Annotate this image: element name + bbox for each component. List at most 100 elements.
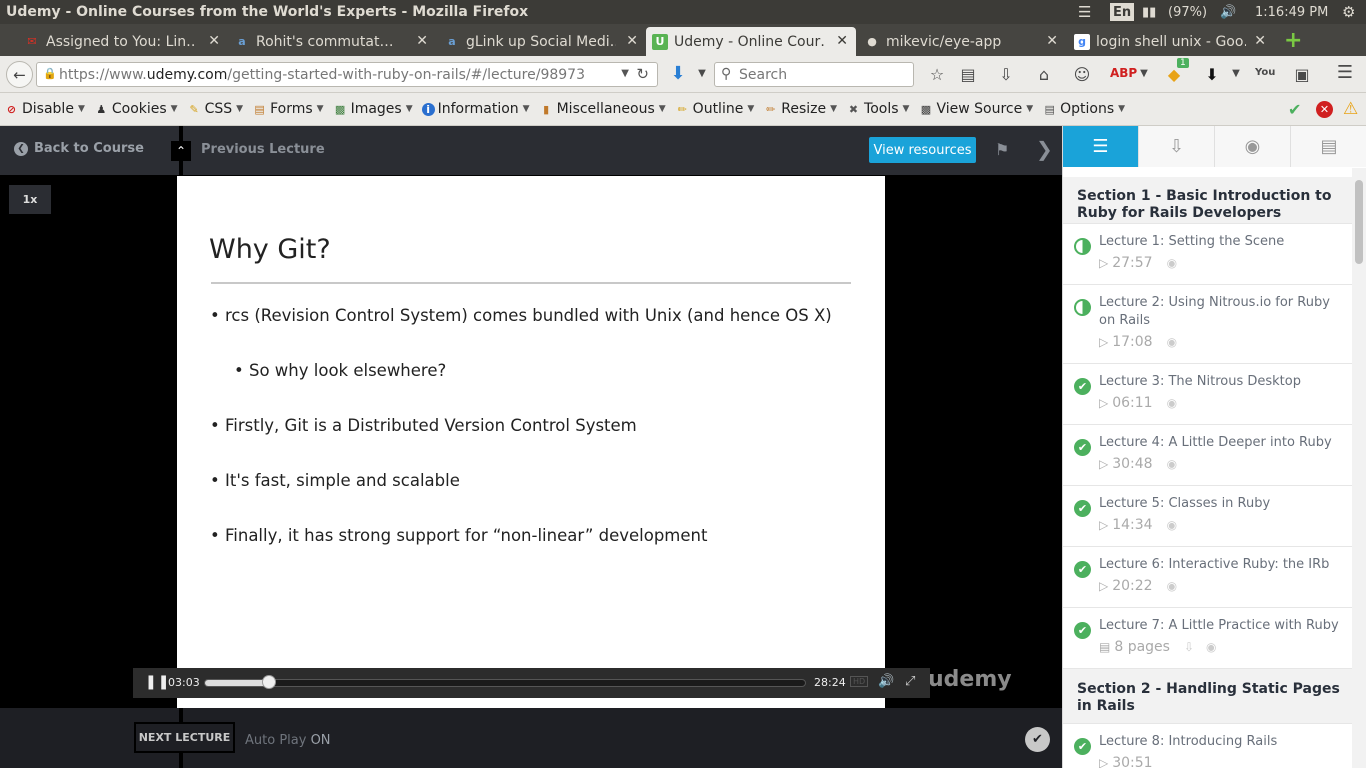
- close-tab-icon[interactable]: ✕: [836, 33, 848, 49]
- url-domain: udemy.com: [146, 66, 228, 83]
- playback-speed-button[interactable]: 1x: [9, 185, 51, 214]
- flag-icon[interactable]: ⚑: [995, 140, 1009, 159]
- view-resources-button[interactable]: View resources: [869, 137, 976, 163]
- power-gear-icon[interactable]: ⚙: [1342, 0, 1355, 24]
- chevron-down-icon: ▼: [170, 104, 178, 114]
- close-tab-icon[interactable]: ✕: [208, 33, 220, 49]
- lecture-item[interactable]: ✔ Lecture 8: Introducing Rails ▷ 30:51: [1063, 724, 1355, 768]
- screenshot-icon[interactable]: ▣: [1292, 65, 1312, 84]
- reload-icon[interactable]: ↻: [636, 65, 649, 83]
- disable-icon: ⊘: [6, 102, 17, 116]
- wd-tools-menu[interactable]: ✖ Tools ▼: [846, 101, 910, 117]
- back-label: Back to Course: [34, 141, 144, 156]
- wd-disable-menu[interactable]: ⊘ Disable ▼: [4, 101, 85, 117]
- lecture-duration: 30:51: [1112, 755, 1153, 768]
- volume-icon[interactable]: 🔊: [1220, 0, 1236, 24]
- lecture-item[interactable]: ✔ Lecture 3: The Nitrous Desktop ▷ 06:11 ◉: [1063, 364, 1355, 425]
- tab-udemy[interactable]: U Udemy - Online Cour… ✕: [646, 27, 856, 56]
- tab-downloads[interactable]: ⇩: [1139, 126, 1215, 167]
- keyboard-language-indicator[interactable]: En: [1110, 3, 1135, 21]
- menu-hamburger-icon[interactable]: ☰: [1335, 62, 1355, 83]
- back-to-course-link[interactable]: ❮ Back to Course: [14, 141, 144, 156]
- url-bar[interactable]: 🔒 https://www. udemy.com/getting-started-…: [36, 62, 658, 87]
- chat-icon[interactable]: ☺: [1072, 65, 1092, 84]
- close-tab-icon[interactable]: ✕: [626, 33, 638, 49]
- youtube-icon[interactable]: You: [1255, 67, 1275, 78]
- wd-forms-menu[interactable]: ▤ Forms ▼: [252, 101, 323, 117]
- os-top-bar: Udemy - Online Courses from the World's …: [0, 0, 1366, 24]
- wifi-icon[interactable]: ☰: [1078, 0, 1091, 24]
- section-header[interactable]: Section 1 - Basic Introduction to Ruby f…: [1063, 177, 1355, 224]
- lecture-duration: 06:11: [1112, 395, 1153, 411]
- tab-github[interactable]: ● mikevic/eye-app ✕: [858, 27, 1066, 56]
- wd-resize-menu[interactable]: ✏ Resize ▼: [763, 101, 837, 117]
- home-icon[interactable]: ⌂: [1034, 65, 1054, 84]
- scrollbar-thumb[interactable]: [1355, 180, 1363, 264]
- lecture-meta: ▷ 20:22 ◉: [1099, 578, 1177, 594]
- pause-icon[interactable]: ❚❚: [145, 674, 170, 690]
- mark-complete-check-icon[interactable]: ✔: [1025, 727, 1050, 752]
- hd-toggle[interactable]: HD: [850, 676, 869, 687]
- wd-information-menu[interactable]: i Information ▼: [421, 101, 530, 117]
- resize-icon: ✏: [766, 102, 776, 116]
- back-arrow-icon[interactable]: ←: [6, 61, 33, 88]
- previous-lecture-link[interactable]: Previous Lecture: [201, 142, 325, 157]
- lecture-item[interactable]: Lecture 2: Using Nitrous.io for Ruby on …: [1063, 285, 1355, 364]
- wd-css-menu[interactable]: ✎ CSS ▼: [187, 101, 243, 117]
- downloads-dropdown-icon[interactable]: ▼: [692, 68, 712, 79]
- close-tab-icon[interactable]: ✕: [1046, 33, 1058, 49]
- battery-icon[interactable]: ▮▮: [1142, 0, 1156, 24]
- close-tab-icon[interactable]: ✕: [1254, 33, 1266, 49]
- wd-options-menu[interactable]: ▤ Options ▼: [1042, 101, 1125, 117]
- sidebar-scrollbar[interactable]: [1352, 168, 1366, 768]
- search-input[interactable]: ⚲ Search: [714, 62, 914, 87]
- clock[interactable]: 1:16:49 PM: [1255, 0, 1328, 24]
- tab-glink[interactable]: a gLink up Social Medi… ✕: [438, 27, 646, 56]
- lecture-item[interactable]: ✔ Lecture 7: A Little Practice with Ruby…: [1063, 608, 1355, 669]
- fullscreen-icon[interactable]: ⤢: [905, 674, 915, 689]
- wd-miscellaneous-menu[interactable]: ▮ Miscellaneous ▼: [539, 101, 666, 117]
- wd-label: Tools: [864, 101, 899, 117]
- extension-badge: 1: [1177, 58, 1189, 68]
- wd-outline-menu[interactable]: ✏ Outline ▼: [675, 101, 755, 117]
- lecture-item[interactable]: Lecture 1: Setting the Scene ▷ 27:57 ◉: [1063, 224, 1355, 285]
- tab-discussions[interactable]: ◉: [1215, 126, 1291, 167]
- wd-view-source-menu[interactable]: ▩ View Source ▼: [918, 101, 1033, 117]
- section-header[interactable]: Section 2 - Handling Static Pages in Rai…: [1063, 669, 1355, 724]
- tab-gmail[interactable]: ✉ Assigned to You: Lin… ✕: [18, 27, 228, 56]
- tab-google[interactable]: g login shell unix - Goo… ✕: [1068, 27, 1274, 56]
- download-manager-dropdown-icon[interactable]: ▼: [1226, 68, 1246, 79]
- bookmark-star-icon[interactable]: ☆: [927, 65, 947, 84]
- autoplay-label: Auto Play: [245, 733, 307, 748]
- chevron-right-icon[interactable]: ❯: [1036, 137, 1053, 161]
- adblock-dropdown-icon[interactable]: ▼: [1134, 68, 1154, 79]
- tab-notes[interactable]: ▤: [1291, 126, 1366, 167]
- progress-track[interactable]: [204, 675, 806, 689]
- download-icon[interactable]: ⇩: [996, 65, 1016, 84]
- downloads-arrow-icon[interactable]: ⬇: [668, 63, 688, 84]
- next-lecture-button[interactable]: NEXT LECTURE: [134, 722, 235, 753]
- lecture-item[interactable]: ✔ Lecture 4: A Little Deeper into Ruby ▷…: [1063, 425, 1355, 486]
- validation-ok-icon[interactable]: ✔: [1288, 100, 1301, 119]
- new-tab-icon[interactable]: +: [1284, 28, 1302, 53]
- close-tab-icon[interactable]: ✕: [416, 33, 428, 49]
- options-icon: ▤: [1044, 102, 1055, 116]
- error-icon[interactable]: ✕: [1316, 101, 1333, 118]
- url-dropdown-icon[interactable]: ▼: [621, 68, 629, 79]
- wd-images-menu[interactable]: ▩ Images ▼: [333, 101, 413, 117]
- warning-icon[interactable]: ⚠: [1343, 99, 1358, 119]
- wd-label: View Source: [936, 101, 1023, 117]
- tab-curriculum[interactable]: ☰: [1063, 126, 1139, 167]
- reading-list-icon[interactable]: ▤: [958, 65, 978, 84]
- slide-sub-bullet: • So why look elsewhere?: [234, 361, 447, 380]
- lecture-item[interactable]: ✔ Lecture 6: Interactive Ruby: the IRb ▷…: [1063, 547, 1355, 608]
- lecture-item[interactable]: ✔ Lecture 5: Classes in Ruby ▷ 14:34 ◉: [1063, 486, 1355, 547]
- tab-rohit[interactable]: a Rohit's commutat… ✕: [228, 27, 436, 56]
- wd-cookies-menu[interactable]: ♟ Cookies ▼: [94, 101, 178, 117]
- chevron-up-icon[interactable]: ⌃: [171, 141, 191, 161]
- progress-handle[interactable]: [262, 675, 277, 689]
- volume-icon[interactable]: 🔊: [878, 674, 894, 689]
- download-manager-icon[interactable]: ⬇: [1202, 65, 1222, 84]
- autoplay-toggle[interactable]: Auto Play ON: [245, 733, 331, 748]
- adblock-icon[interactable]: ABP: [1110, 66, 1137, 80]
